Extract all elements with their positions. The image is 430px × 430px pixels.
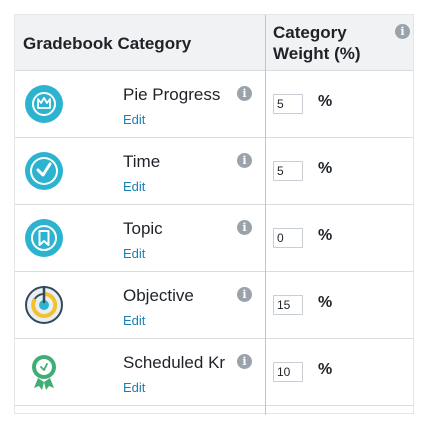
weight-input[interactable] — [273, 94, 303, 114]
weight-input[interactable] — [273, 362, 303, 382]
bookmark-icon — [25, 219, 63, 257]
table-row: Time Edit i % — [15, 138, 413, 205]
percent-sign: % — [318, 294, 333, 311]
weight-input[interactable] — [273, 161, 303, 181]
percent-sign: % — [318, 93, 333, 110]
category-name: Scheduled Kr — [123, 353, 226, 372]
column-divider — [265, 15, 266, 415]
edit-link[interactable]: Edit — [123, 246, 145, 261]
table-header: Gradebook Category Category Weight (%) i — [15, 15, 413, 71]
gradebook-category-table: Gradebook Category Category Weight (%) i… — [14, 14, 414, 415]
table-row: Scheduled Kr Edit i % — [15, 339, 413, 406]
weight-column-header: Category Weight (%) — [273, 23, 361, 63]
ribbon-award-icon — [32, 355, 56, 390]
edit-link[interactable]: Edit — [123, 179, 145, 194]
target-icon — [25, 285, 63, 324]
category-name: Topic — [123, 219, 163, 238]
category-name: Objective — [123, 286, 194, 305]
table-row: Pie Progress Edit i % — [15, 71, 413, 138]
edit-link[interactable]: Edit — [123, 313, 145, 328]
category-name: Pie Progress — [123, 85, 221, 104]
info-icon[interactable]: i — [237, 153, 252, 168]
weight-input[interactable] — [273, 295, 303, 315]
info-icon[interactable]: i — [237, 86, 252, 101]
table-row: Topic Edit i % — [15, 205, 413, 272]
weight-input[interactable] — [273, 228, 303, 248]
crown-badge-icon — [25, 85, 63, 123]
edit-link[interactable]: Edit — [123, 380, 145, 395]
clock-icon — [25, 152, 63, 190]
edit-link[interactable]: Edit — [123, 112, 145, 127]
info-icon[interactable]: i — [237, 220, 252, 235]
info-icon[interactable]: i — [237, 287, 252, 302]
info-icon[interactable]: i — [395, 24, 410, 39]
info-icon[interactable]: i — [237, 354, 252, 369]
table-row: Objective Edit i % — [15, 272, 413, 339]
category-name: Time — [123, 152, 161, 171]
percent-sign: % — [318, 160, 333, 177]
percent-sign: % — [318, 227, 333, 244]
category-column-header: Gradebook Category — [23, 34, 192, 53]
percent-sign: % — [318, 361, 333, 378]
